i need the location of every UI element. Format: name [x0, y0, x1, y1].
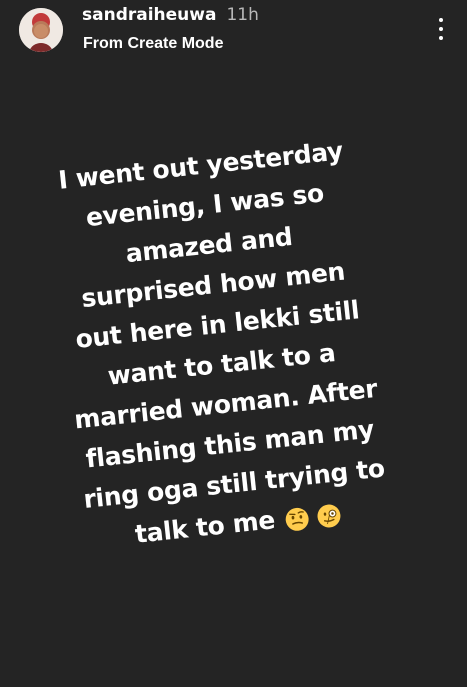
story-text-block: I went out yesterday evening, I was so a…: [22, 128, 417, 563]
more-vertical-icon[interactable]: [431, 16, 451, 44]
more-dot: [439, 18, 443, 22]
username[interactable]: sandraiheuwa: [82, 5, 216, 25]
story-time: 11h: [226, 5, 259, 25]
story-viewer[interactable]: sandraiheuwa 11h From Create Mode I went…: [0, 0, 467, 687]
profile-avatar[interactable]: [19, 8, 63, 52]
more-dot: [439, 36, 443, 40]
story-source: From Create Mode: [83, 35, 224, 52]
emoji-group: [284, 502, 343, 533]
more-dot: [439, 27, 443, 31]
story-header: sandraiheuwa 11h From Create Mode: [0, 0, 467, 64]
user-line: sandraiheuwa 11h: [82, 5, 259, 29]
face-with-monocle-emoji: [317, 504, 341, 527]
face-with-raised-eyebrow-emoji: [285, 507, 309, 531]
story-line-text: talk to me: [133, 505, 277, 549]
